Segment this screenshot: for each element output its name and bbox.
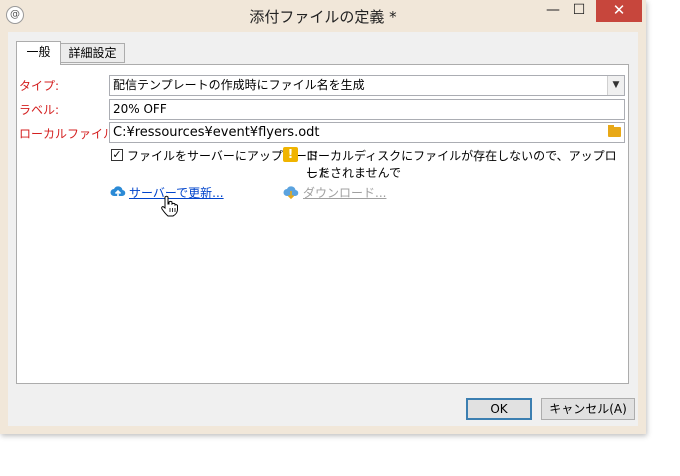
dialog-body: 一般 詳細設定 タイプ: 配信テンプレートの作成時にファイル名を生成 ▼ ラベル…	[8, 32, 638, 426]
download-link[interactable]: ダウンロード...	[303, 184, 386, 201]
title-bar[interactable]: @ 添付ファイルの定義 * — ☐ ✕	[0, 0, 646, 32]
tab-general[interactable]: 一般	[16, 41, 61, 65]
close-button[interactable]: ✕	[596, 0, 642, 22]
cloud-download-icon	[283, 186, 299, 199]
label-label: ラベル:	[19, 103, 60, 117]
chevron-down-icon[interactable]: ▼	[607, 76, 624, 95]
warning-message-line2: した	[306, 166, 331, 180]
tab-advanced-settings[interactable]: 詳細設定	[60, 43, 125, 63]
cancel-button[interactable]: キャンセル(A)	[541, 398, 635, 420]
ok-button[interactable]: OK	[466, 398, 532, 420]
local-file-input[interactable]: C:¥ressources¥event¥flyers.odt	[109, 122, 625, 143]
type-value: 配信テンプレートの作成時にファイル名を生成	[113, 78, 365, 92]
label-input[interactable]: 20% OFF	[109, 99, 625, 120]
type-label: タイプ:	[19, 79, 60, 93]
maximize-button[interactable]: ☐	[566, 0, 592, 22]
warning-icon: !	[283, 147, 298, 162]
warning-message-line1: ローカルディスクにファイルが存在しないので、アップロードされませんで	[306, 149, 617, 180]
cloud-upload-icon	[110, 186, 126, 198]
local-file-path: C:¥ressources¥event¥flyers.odt	[113, 125, 320, 140]
folder-icon[interactable]	[608, 125, 621, 137]
type-combobox[interactable]: 配信テンプレートの作成時にファイル名を生成 ▼	[109, 75, 625, 96]
hand-pointer-cursor-icon	[161, 195, 178, 217]
upload-checkbox[interactable]: ✓	[111, 149, 123, 161]
dialog-window: @ 添付ファイルの定義 * — ☐ ✕ 一般 詳細設定 タイプ: 配信テンプレー…	[0, 0, 646, 434]
tab-panel-general: タイプ: 配信テンプレートの作成時にファイル名を生成 ▼ ラベル: 20% OF…	[16, 64, 629, 384]
local-file-label: ローカルファイル:	[19, 127, 120, 141]
minimize-button[interactable]: —	[540, 0, 566, 22]
